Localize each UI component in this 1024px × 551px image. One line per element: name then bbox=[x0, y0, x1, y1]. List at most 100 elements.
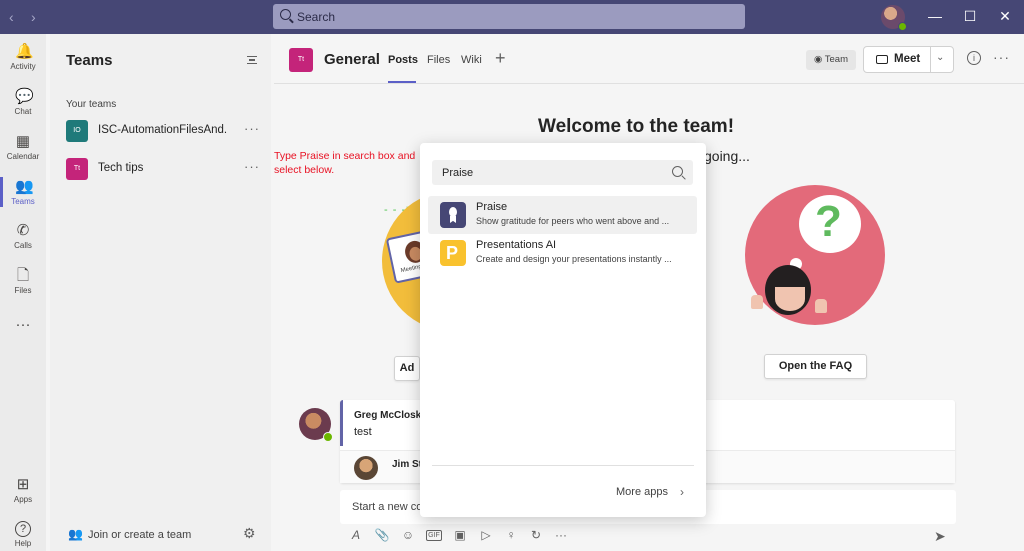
phone-icon: ✆ bbox=[16, 222, 30, 239]
gear-icon[interactable]: ⚙ bbox=[243, 525, 256, 542]
people-add-icon: 👥 bbox=[68, 527, 83, 541]
rail-item-activity[interactable]: 🔔 Activity bbox=[0, 44, 46, 72]
rail-item-calls[interactable]: ✆ Calls bbox=[0, 222, 46, 251]
app-search-value: Praise bbox=[442, 167, 474, 179]
reply-avatar[interactable] bbox=[354, 456, 378, 480]
add-people-button[interactable]: Ad bbox=[394, 356, 420, 381]
info-icon[interactable]: i bbox=[967, 51, 981, 65]
teams-list-panel: Teams Your teams IO ISC-AutomationFilesA… bbox=[50, 34, 271, 551]
team-name: Tech tips bbox=[98, 162, 144, 174]
more-options-icon[interactable]: ··· bbox=[553, 528, 569, 542]
filter-icon[interactable] bbox=[247, 56, 257, 64]
rail-item-more[interactable]: ··· bbox=[0, 317, 46, 335]
team-avatar: Tt bbox=[66, 158, 88, 180]
maximize-button[interactable]: ☐ bbox=[960, 8, 980, 25]
active-tab-underline bbox=[388, 81, 416, 83]
team-button-label: Team bbox=[824, 54, 848, 65]
loop-icon[interactable]: ↻ bbox=[528, 528, 544, 542]
global-search-placeholder: Search bbox=[297, 10, 336, 24]
team-name: ISC-AutomationFilesAnd... bbox=[98, 124, 228, 136]
more-options-icon[interactable]: ··· bbox=[244, 121, 260, 136]
welcome-title: Welcome to the team! bbox=[538, 116, 735, 137]
person-illustration bbox=[765, 265, 811, 315]
rail-item-calendar[interactable]: ▦ Calendar bbox=[0, 133, 46, 162]
chevron-right-icon[interactable]: › bbox=[680, 485, 684, 499]
open-faq-button[interactable]: Open the FAQ bbox=[764, 354, 867, 379]
instruction-annotation: Type Praise in search box and select bel… bbox=[274, 150, 416, 176]
rail-item-label: Help bbox=[14, 539, 32, 548]
post-author: Greg McCloske bbox=[354, 410, 427, 421]
app-bar: 🔔 Activity 💬 Chat ▦ Calendar 👥 Teams ✆ C… bbox=[0, 34, 46, 551]
rail-item-apps[interactable]: ⊞ Apps bbox=[0, 476, 46, 505]
app-description: Create and design your presentations ins… bbox=[476, 254, 672, 264]
app-search-input[interactable]: Praise bbox=[432, 160, 693, 185]
rail-item-label: Apps bbox=[13, 495, 33, 504]
file-icon: 🗋 bbox=[16, 267, 30, 284]
rail-item-label: Chat bbox=[14, 107, 32, 116]
meet-now-icon[interactable]: ▷ bbox=[478, 528, 494, 542]
app-name: Praise bbox=[476, 201, 508, 213]
rail-item-teams[interactable]: 👥 Teams bbox=[0, 178, 46, 207]
emoji-icon[interactable]: ☺ bbox=[400, 528, 416, 542]
sticker-icon[interactable]: ▣ bbox=[452, 528, 468, 542]
tab-wiki[interactable]: Wiki bbox=[461, 54, 482, 66]
face-illustration bbox=[775, 287, 805, 311]
add-tab-icon[interactable]: + bbox=[495, 48, 506, 69]
channel-header: Tt General Posts Files Wiki + ◉ Team Mee… bbox=[274, 34, 1024, 84]
join-create-team-link[interactable]: 👥 Join or create a team bbox=[68, 527, 191, 541]
more-options-icon[interactable]: ··· bbox=[993, 49, 1010, 65]
section-label: Your teams bbox=[66, 99, 117, 110]
format-icon[interactable]: A bbox=[348, 528, 364, 542]
close-window-button[interactable]: ✕ bbox=[995, 8, 1015, 25]
app-description: Show gratitude for peers who went above … bbox=[476, 216, 670, 226]
chevron-down-icon[interactable]: ⌄ bbox=[936, 52, 944, 63]
search-icon bbox=[280, 9, 291, 20]
rail-item-chat[interactable]: 💬 Chat bbox=[0, 88, 46, 117]
app-item-presentations-ai[interactable]: P Presentations AI Create and design you… bbox=[428, 234, 697, 272]
attach-icon[interactable]: 📎 bbox=[374, 528, 390, 542]
chat-icon: 💬 bbox=[15, 88, 34, 105]
title-bar: ‹ › Search — ☐ ✕ bbox=[0, 0, 1024, 34]
send-icon[interactable]: ➤ bbox=[934, 528, 946, 545]
welcome-illustration-right: ? bbox=[745, 185, 885, 325]
camera-icon bbox=[876, 55, 888, 64]
more-options-icon[interactable]: ··· bbox=[244, 159, 260, 174]
minimize-button[interactable]: — bbox=[925, 8, 945, 24]
meet-label: Meet bbox=[894, 53, 921, 65]
forward-icon[interactable]: › bbox=[31, 9, 36, 25]
global-search-box[interactable]: Search bbox=[273, 4, 745, 29]
gif-icon[interactable]: GIF bbox=[426, 530, 442, 541]
presence-available-icon bbox=[898, 22, 907, 31]
rail-item-help[interactable]: ? Help bbox=[0, 521, 46, 548]
calendar-icon: ▦ bbox=[15, 133, 31, 150]
presence-available-icon bbox=[323, 432, 333, 442]
search-icon[interactable] bbox=[672, 166, 683, 177]
team-button[interactable]: ◉ Team bbox=[806, 50, 856, 70]
profile-avatar[interactable] bbox=[881, 5, 907, 31]
app-item-praise[interactable]: Praise Show gratitude for peers who went… bbox=[428, 196, 697, 234]
channel-avatar: Tt bbox=[289, 48, 313, 72]
rail-item-label: Calendar bbox=[6, 152, 40, 161]
more-apps-link[interactable]: More apps bbox=[616, 486, 668, 498]
rail-item-label: Activity bbox=[10, 62, 36, 71]
meet-button[interactable]: Meet ⌄ bbox=[863, 46, 954, 73]
rail-item-files[interactable]: 🗋 Files bbox=[0, 267, 46, 296]
team-item[interactable]: Tt Tech tips ··· bbox=[66, 158, 266, 180]
presentations-ai-app-icon: P bbox=[440, 240, 466, 266]
popup-divider bbox=[432, 465, 694, 466]
join-label: Join or create a team bbox=[88, 529, 192, 541]
help-icon: ? bbox=[15, 521, 31, 537]
back-icon[interactable]: ‹ bbox=[9, 9, 14, 25]
meet-divider bbox=[930, 47, 931, 72]
post-message: test bbox=[354, 426, 372, 438]
rail-item-label: Files bbox=[14, 286, 32, 295]
teams-icon: 👥 bbox=[15, 178, 34, 195]
apps-icon: ⊞ bbox=[16, 476, 30, 493]
tab-files[interactable]: Files bbox=[427, 54, 450, 66]
praise-icon[interactable]: ♀ bbox=[503, 528, 519, 542]
author-avatar[interactable] bbox=[299, 408, 333, 442]
more-icon: ··· bbox=[15, 316, 31, 333]
team-item[interactable]: IO ISC-AutomationFilesAnd... ··· bbox=[66, 120, 266, 142]
thought-bubble: ? bbox=[799, 195, 861, 253]
tab-posts[interactable]: Posts bbox=[388, 54, 418, 66]
